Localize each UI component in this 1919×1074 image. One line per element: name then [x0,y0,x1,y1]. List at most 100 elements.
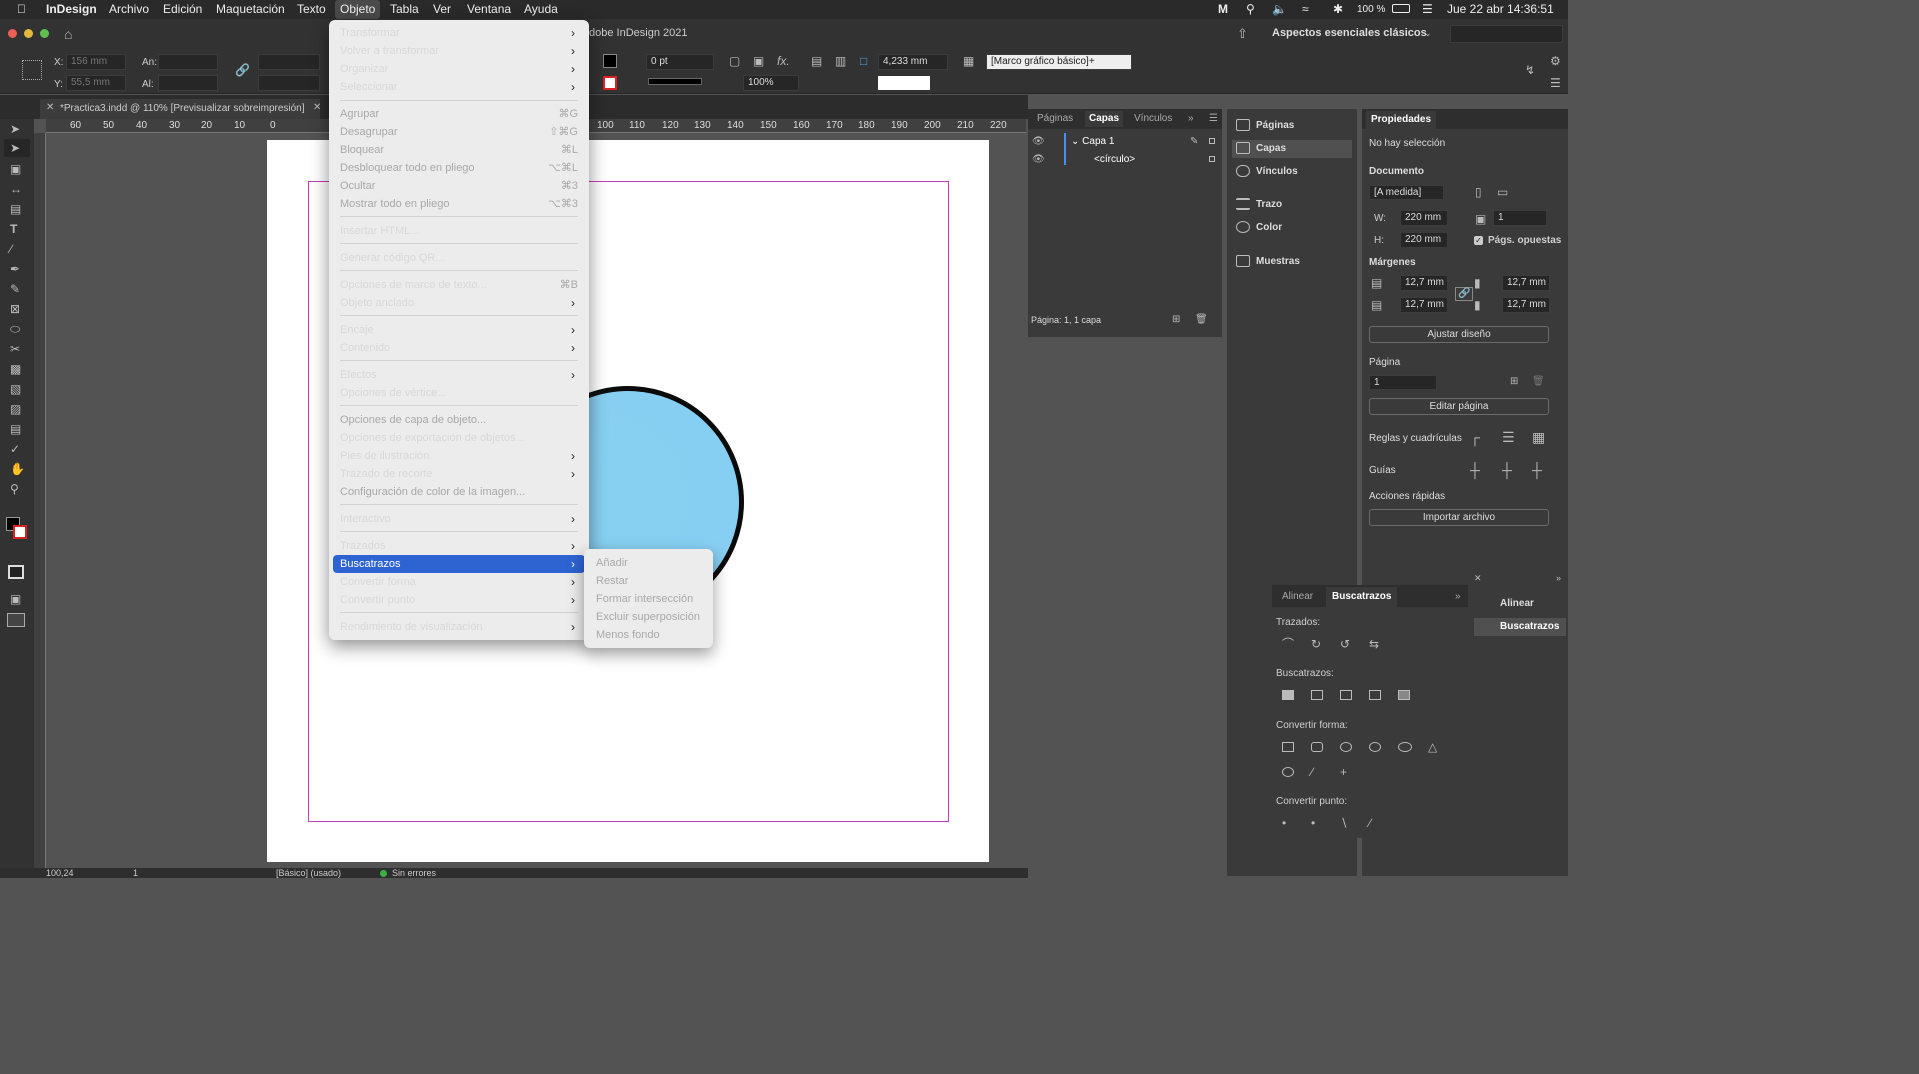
height-field[interactable] [158,75,218,91]
zoom-tool-icon[interactable]: ⚲ [10,483,19,495]
frame-fit-icon[interactable]: ▢ [729,55,740,67]
object-style-icon[interactable]: ▦ [963,55,974,67]
close-window-button[interactable] [8,29,17,38]
lightning-icon[interactable]: ↯ [1525,64,1535,76]
submenu-item-menos-fondo[interactable]: Menos fondo [596,626,660,644]
dock-buscatrazos[interactable]: Buscatrazos [1474,618,1566,636]
menu-item-trazado-recorte[interactable]: Trazado de recorte › [340,465,578,483]
menu-item-buscatrazos[interactable]: Buscatrazos › [340,555,578,573]
width-field[interactable] [158,54,218,70]
reference-point-icon[interactable] [22,60,42,80]
menu-item-codigo-qr[interactable]: Generar código QR... [340,249,578,267]
link-margins-icon[interactable]: 🔗 [1455,287,1474,301]
menu-item-contenido[interactable]: Contenido › [340,339,578,357]
zoom-level[interactable]: 100,24 [46,868,74,878]
search-stock-input[interactable] [1450,25,1563,43]
editar-pagina-button[interactable]: Editar página [1369,398,1549,415]
menu-item-objeto-anclado[interactable]: Objeto anclado › [340,294,578,312]
document-tab[interactable]: *Practica3.indd @ 110% [Previsualizar so… [40,99,320,119]
ellipse-tool-icon[interactable]: ⬭ [10,323,20,335]
reverse-path-icon[interactable]: ⇆ [1369,638,1379,650]
join-path-icon[interactable]: ⌒ [1282,638,1294,650]
stroke-weight-field[interactable]: 0 pt [646,54,714,70]
beveled-rectangle-icon[interactable] [1340,742,1352,752]
gap-tool-icon[interactable]: ↔ [10,183,22,195]
home-icon[interactable]: ⌂ [64,27,72,41]
panel-collapse-icon[interactable]: » [1556,574,1561,583]
hand-tool-icon[interactable]: ✋ [10,463,25,475]
minus-back-icon[interactable] [1398,690,1410,700]
document-preset-select[interactable]: [A medida] [1369,185,1444,200]
smart-guides-icon[interactable]: ┼ [1502,463,1512,477]
minimize-window-button[interactable] [24,29,33,38]
constrain-proportions-icon[interactable]: 🔗 [235,64,250,76]
menu-edicion[interactable]: Edición [163,2,202,16]
menu-item-convertir-forma[interactable]: Convertir forma › [340,573,578,591]
inverse-rounded-icon[interactable] [1369,742,1381,752]
plain-point-icon[interactable]: • [1282,817,1286,829]
tab-buscatrazos[interactable]: Buscatrazos [1326,587,1398,607]
m-app-icon[interactable]: M [1218,2,1228,16]
type-tool-icon[interactable]: T [10,223,17,235]
importar-archivo-button[interactable]: Importar archivo [1369,509,1549,526]
volume-icon[interactable]: 🔈 [1272,2,1287,16]
fx-icon[interactable]: fx. [777,55,790,67]
normal-view-icon[interactable] [8,565,24,579]
rounded-rectangle-icon[interactable] [1311,742,1323,752]
menu-item-desagrupar[interactable]: Desagrupar ⇧⌘G [340,123,578,141]
zoom-window-button[interactable] [40,29,49,38]
y-field[interactable]: 55,5 mm [66,75,126,91]
tab-propiedades[interactable]: Propiedades [1366,111,1437,129]
layer-select-square[interactable] [1209,138,1215,144]
margin-bottom-field[interactable]: 12,7 mm [1400,297,1448,313]
menu-item-interactivo[interactable]: Interactivo › [340,510,578,528]
document-height-field[interactable]: 220 mm [1400,232,1448,248]
stroke-type-select[interactable] [648,78,702,85]
drop-shadow-icon[interactable]: ▣ [753,55,764,67]
stroke-swatch[interactable] [603,76,617,90]
workspace-switcher[interactable]: Aspectos esenciales clásicos [1272,27,1427,39]
corner-style-select[interactable] [878,76,930,90]
close-path-icon[interactable]: ↺ [1340,638,1350,650]
close-tab-icon-2[interactable]: ✕ [313,103,321,113]
vertical-ruler[interactable] [34,133,46,868]
menu-tabla[interactable]: Tabla [390,2,419,16]
menu-item-ocultar[interactable]: Ocultar ⌘3 [340,177,578,195]
orthogonal-line-icon[interactable]: + [1340,766,1347,778]
layer-capa-1[interactable]: ⌄ Capa 1 [1071,136,1114,147]
page-field[interactable]: 1 [133,868,138,878]
eye-icon[interactable]: 👁 [1032,137,1045,147]
ajustar-diseno-button[interactable]: Ajustar diseño [1369,326,1549,343]
menu-item-pies-ilustracion[interactable]: Pies de ilustración › [340,447,578,465]
opacity-field[interactable]: 100% [743,75,799,91]
menu-item-convertir-punto[interactable]: Convertir punto › [340,591,578,609]
add-page-icon[interactable]: ⊞ [1510,377,1518,387]
menu-texto[interactable]: Texto [297,2,326,16]
note-tool-icon[interactable]: ▤ [10,423,21,435]
corner-point-icon[interactable]: • [1311,817,1315,829]
document-grid-icon[interactable]: ▦ [1532,430,1545,444]
guides-icon[interactable]: ┼ [1470,463,1480,477]
subtract-shapes-icon[interactable] [1311,690,1323,700]
tab-paginas[interactable]: Páginas [1037,113,1073,124]
triangle-shape-icon[interactable]: △ [1428,741,1437,753]
menu-app[interactable]: InDesign [46,2,97,16]
pages-count-field[interactable]: 1 [1493,210,1547,226]
margin-left-field[interactable]: 12,7 mm [1502,275,1550,291]
direct-selection-tool-icon[interactable]: ➤ [4,139,30,157]
smooth-point-icon[interactable]: ∖ [1340,817,1348,829]
eyedropper-tool-icon[interactable]: ✓ [10,443,20,455]
menu-item-efectos[interactable]: Efectos › [340,366,578,384]
submenu-item-excluir-superposicion[interactable]: Excluir superposición [596,608,700,626]
line-tool-icon[interactable]: ∕ [10,243,12,255]
free-transform-tool-icon[interactable]: ▩ [10,363,21,375]
dock-trazo[interactable]: Trazo [1232,196,1352,214]
polygon-shape-icon[interactable] [1282,767,1294,777]
menu-item-mostrar-todo[interactable]: Mostrar todo en pliego ⌥⌘3 [340,195,578,213]
exclude-overlap-icon[interactable] [1369,690,1381,700]
close-icon[interactable]: ✕ [1474,574,1482,583]
control-center-icon[interactable]: ☰ [1422,2,1433,16]
menu-item-trazados[interactable]: Trazados › [340,537,578,555]
submenu-item-restar[interactable]: Restar [596,572,628,590]
dock-muestras[interactable]: Muestras [1232,253,1352,271]
